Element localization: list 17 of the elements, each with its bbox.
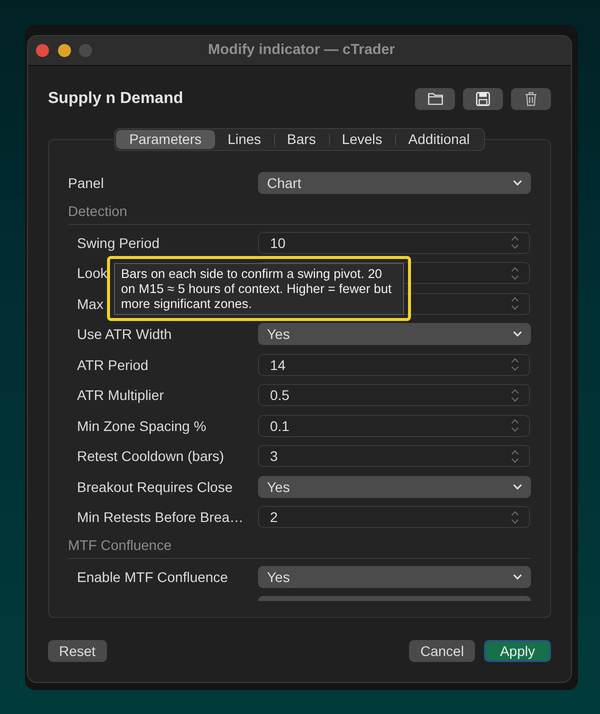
window-title: Modify indicator — cTrader: [207, 42, 396, 59]
field-label: Enable MTF Confluence: [77, 568, 228, 585]
field-label: Panel: [68, 175, 104, 192]
field-label: Use ATR Width: [77, 326, 172, 342]
indicator-title: Supply n Demand: [48, 89, 184, 109]
field-label: Min Retests Before Brea…: [77, 509, 244, 526]
field-label: Max: [77, 296, 104, 312]
section-heading: MTF Confluence: [68, 537, 172, 553]
tooltip: Bars on each side to confirm a swing pivot. 20 on M15 ≈ 5 hours of context. Higher = fewer but more significant zones.: [114, 263, 404, 315]
field-label: Look: [77, 265, 108, 282]
field-label: ATR Period: [77, 356, 148, 373]
field-label: Min Zone Spacing %: [77, 418, 206, 434]
field-label: Swing Period: [77, 234, 160, 251]
field-label: Retest Cooldown (bars): [77, 448, 224, 464]
field-label: ATR Multiplier: [77, 387, 164, 404]
section-heading: Detection: [68, 203, 128, 219]
field-label: Breakout Requires Close: [77, 478, 233, 495]
